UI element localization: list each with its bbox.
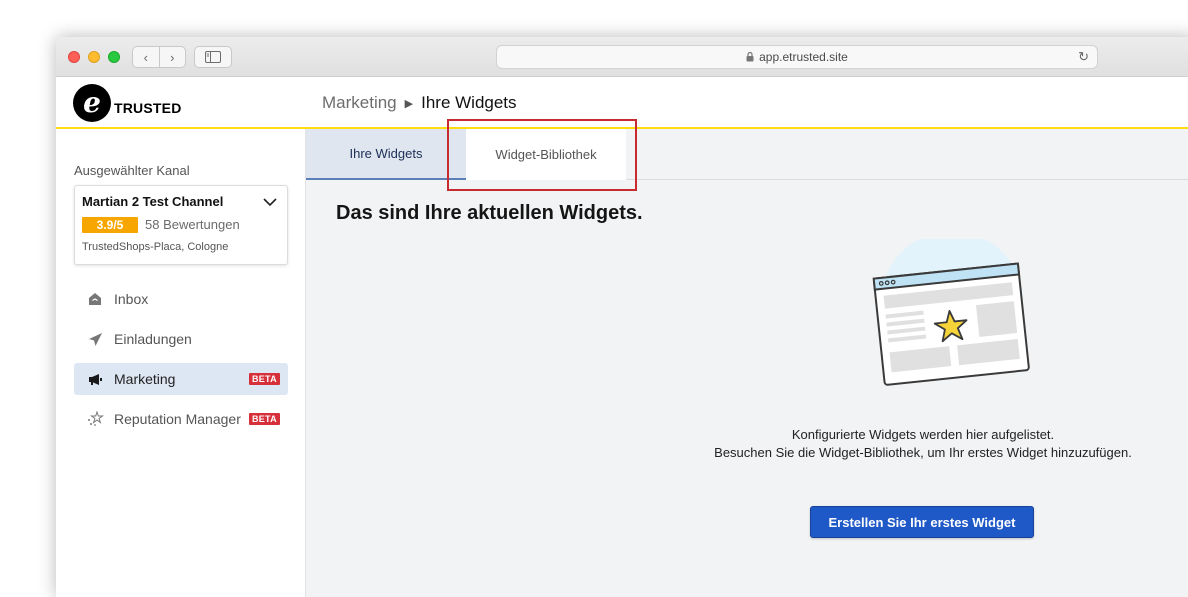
channel-selector[interactable]: Martian 2 Test Channel 3.9/5 58 Bewertun… xyxy=(74,185,288,265)
sidebar-item-marketing[interactable]: Marketing BETA xyxy=(74,363,288,395)
lock-icon xyxy=(746,52,754,62)
empty-state-message: Konfigurierte Widgets werden hier aufgel… xyxy=(688,426,1158,462)
main-content: Ihre Widgets Widget-Bibliothek Das sind … xyxy=(306,129,1188,597)
channel-name: Martian 2 Test Channel xyxy=(82,194,224,209)
tab-ihre-widgets[interactable]: Ihre Widgets xyxy=(306,129,466,180)
page-heading: Das sind Ihre aktuellen Widgets. xyxy=(336,202,643,224)
create-first-widget-button[interactable]: Erstellen Sie Ihr erstes Widget xyxy=(810,506,1034,538)
address-bar[interactable]: app.etrusted.site ↻ xyxy=(496,45,1098,69)
sidebar-item-label: Marketing xyxy=(114,371,176,387)
review-count: 58 Bewertungen xyxy=(145,217,240,232)
paper-plane-icon xyxy=(86,330,104,348)
tab-widget-bibliothek[interactable]: Widget-Bibliothek xyxy=(466,129,626,180)
sidebar-item-einladungen[interactable]: Einladungen xyxy=(74,323,288,355)
empty-state-line-2: Besuchen Sie die Widget-Bibliothek, um I… xyxy=(714,445,1132,460)
channel-label: Ausgewählter Kanal xyxy=(74,163,190,178)
browser-toolbar: ‹ › app.etrusted.site ↻ xyxy=(56,37,1188,77)
zoom-window-button[interactable] xyxy=(108,51,120,63)
history-nav: ‹ › xyxy=(132,46,186,68)
megaphone-icon xyxy=(86,370,104,388)
browser-window: ‹ › app.etrusted.site ↻ e TRUSTED Market… xyxy=(56,37,1188,597)
reload-icon[interactable]: ↻ xyxy=(1078,49,1089,65)
empty-state-line-1: Konfigurierte Widgets werden hier aufgel… xyxy=(791,427,1055,442)
sidebar-item-inbox[interactable]: Inbox xyxy=(74,283,288,315)
logo-text: TRUSTED xyxy=(114,100,182,116)
sidebar-toggle-icon[interactable] xyxy=(194,46,232,68)
close-window-button[interactable] xyxy=(68,51,80,63)
tab-bar: Ihre Widgets Widget-Bibliothek xyxy=(306,129,1188,180)
logo-mark: e xyxy=(73,84,111,122)
sidebar-item-label: Einladungen xyxy=(114,331,192,347)
sidebar-item-label: Reputation Manager xyxy=(114,411,241,427)
sidebar-item-label: Inbox xyxy=(114,291,149,307)
breadcrumb-current: Ihre Widgets xyxy=(421,93,517,112)
channel-location: TrustedShops-Placa, Cologne xyxy=(82,241,229,253)
sidebar-item-reputation-manager[interactable]: Reputation Manager BETA xyxy=(74,403,288,435)
caret-right-icon: ▶ xyxy=(404,97,414,110)
beta-badge: BETA xyxy=(248,413,280,425)
sidebar: Ausgewählter Kanal Martian 2 Test Channe… xyxy=(56,129,306,597)
beta-badge: BETA xyxy=(248,373,280,385)
breadcrumb-marketing-link[interactable]: Marketing xyxy=(322,93,397,113)
sidebar-nav: Inbox Einladungen Marketing BETA Reputat… xyxy=(74,283,288,443)
empty-state-illustration xyxy=(839,231,1039,399)
chevron-down-icon[interactable] xyxy=(263,194,277,212)
etrusted-logo[interactable]: e TRUSTED xyxy=(73,84,182,122)
app-header: e TRUSTED Marketing ▶ Ihre Widgets xyxy=(56,77,1188,129)
forward-icon[interactable]: › xyxy=(160,47,186,67)
rating-badge: 3.9/5 xyxy=(82,217,138,233)
sparkles-icon xyxy=(86,410,104,428)
minimize-window-button[interactable] xyxy=(88,51,100,63)
url-text: app.etrusted.site xyxy=(759,50,848,64)
back-icon[interactable]: ‹ xyxy=(133,47,160,67)
inbox-icon xyxy=(86,290,104,308)
breadcrumb: Marketing ▶ Ihre Widgets xyxy=(322,93,517,113)
